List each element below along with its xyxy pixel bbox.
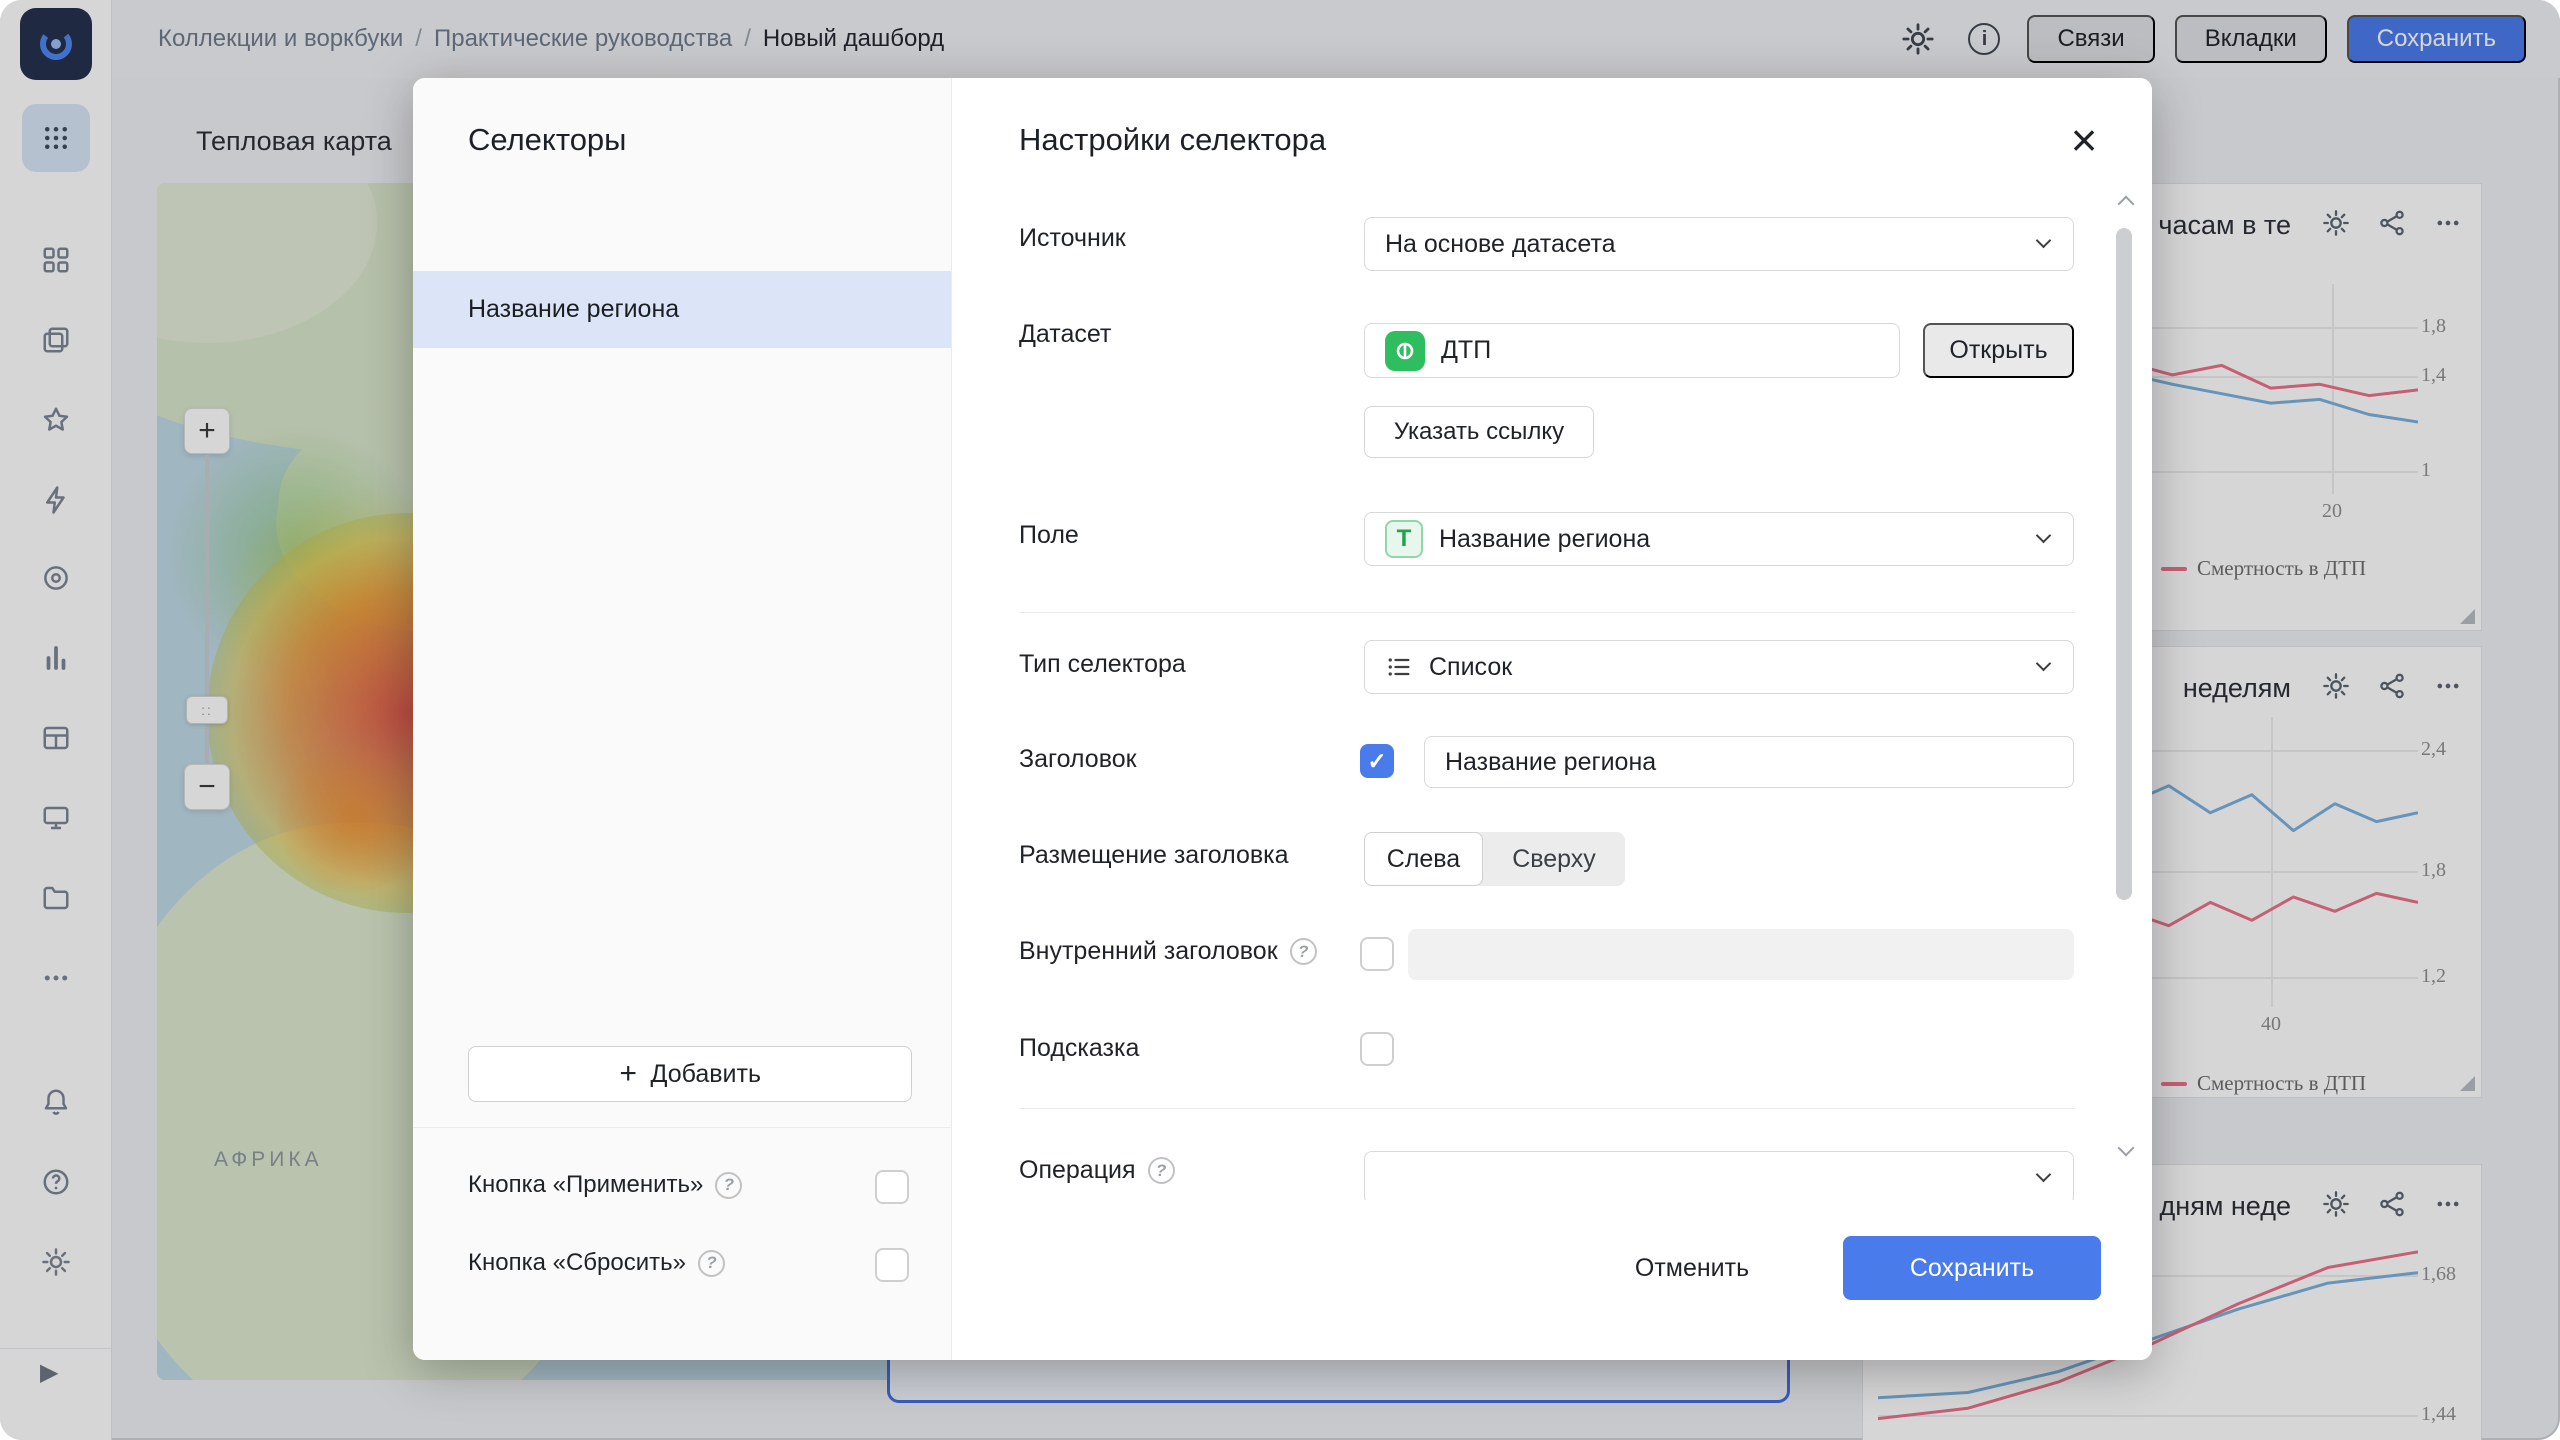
dialog-footer: Отменить Сохранить [952,1200,2152,1360]
help-icon[interactable] [1290,938,1317,965]
selector-settings-dialog: Селекторы Название региона Добавить Кноп… [413,78,2152,1360]
selector-type-label: Тип селектора [1019,650,1186,679]
apply-button-checkbox[interactable] [875,1170,909,1204]
title-label: Заголовок [1019,745,1137,774]
help-icon[interactable] [698,1250,725,1277]
scroll-up-icon[interactable] [2118,196,2135,213]
field-select[interactable]: T Название региона [1364,512,2074,566]
close-icon[interactable]: × [2060,116,2108,164]
dataset-icon [1385,331,1425,371]
dataset-input[interactable]: ДТП [1364,323,1900,378]
operation-label: Операция [1019,1156,1175,1185]
panel-divider [413,1127,952,1128]
hint-checkbox[interactable] [1360,1032,1394,1066]
placement-option-left[interactable]: Слева [1364,832,1483,886]
cancel-button[interactable]: Отменить [1592,1236,1792,1300]
dataset-label: Датасет [1019,320,1111,349]
inner-title-checkbox[interactable] [1360,937,1394,971]
field-type-icon: T [1385,520,1423,558]
field-label: Поле [1019,521,1079,550]
inner-title-input[interactable] [1408,929,2074,980]
apply-button-option-label: Кнопка «Применить» [468,1171,742,1199]
hint-label: Подсказка [1019,1034,1139,1063]
chevron-down-icon [2036,656,2052,672]
selector-settings-panel: Настройки селектора × Источник На основе… [952,78,2152,1360]
list-icon [1385,653,1413,681]
form-divider [1019,612,2075,613]
settings-panel-title: Настройки селектора [1019,122,1326,158]
selectors-panel-title: Селекторы [468,122,626,158]
add-selector-button[interactable]: Добавить [468,1046,912,1102]
help-icon[interactable] [715,1172,742,1199]
specify-link-button[interactable]: Указать ссылку [1364,406,1594,458]
source-select[interactable]: На основе датасета [1364,217,2074,271]
title-placement-segmented: Слева Сверху [1364,832,1625,886]
scrollbar-thumb[interactable] [2116,228,2132,900]
plus-icon [619,1059,637,1090]
source-label: Источник [1019,224,1126,253]
open-dataset-button[interactable]: Открыть [1923,323,2074,378]
chevron-down-icon [2036,1167,2052,1183]
inner-title-label: Внутренний заголовок [1019,937,1317,966]
placement-option-top[interactable]: Сверху [1483,832,1625,886]
form-divider [1019,1108,2075,1109]
title-input[interactable]: Название региона [1424,736,2074,788]
selector-type-select[interactable]: Список [1364,640,2074,694]
chevron-down-icon [2036,528,2052,544]
title-placement-label: Размещение заголовка [1019,841,1289,870]
reset-button-checkbox[interactable] [875,1248,909,1282]
help-icon[interactable] [1148,1157,1175,1184]
save-selector-button[interactable]: Сохранить [1843,1236,2101,1300]
scroll-down-icon[interactable] [2118,1140,2135,1157]
operation-select[interactable] [1364,1151,2074,1205]
chevron-down-icon [2036,233,2052,249]
selector-list-item-region[interactable]: Название региона [413,271,951,348]
title-checkbox[interactable] [1360,744,1394,778]
reset-button-option-label: Кнопка «Сбросить» [468,1249,725,1277]
selectors-list-panel: Селекторы Название региона Добавить Кноп… [413,78,952,1360]
app-window: ▶ Коллекции и воркбуки / Практические ру… [0,0,2560,1440]
